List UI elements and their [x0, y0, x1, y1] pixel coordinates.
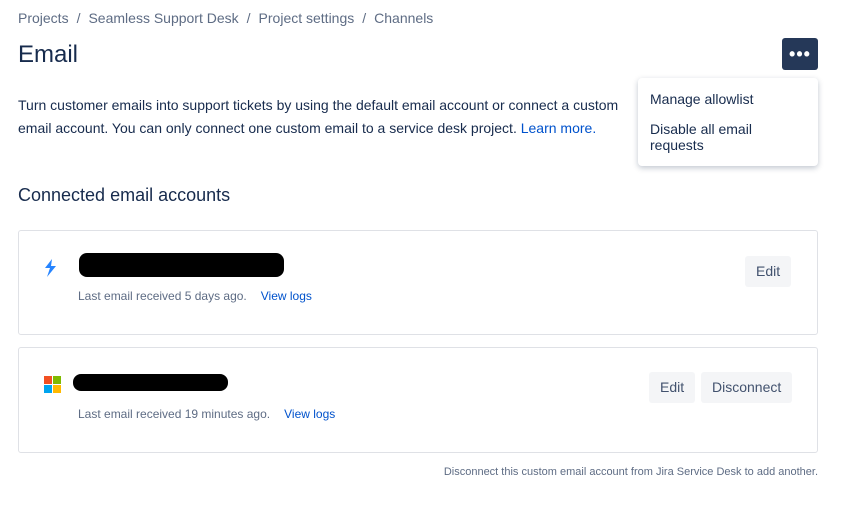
microsoft-icon	[44, 376, 61, 393]
menu-item-manage-allowlist[interactable]: Manage allowlist	[638, 84, 818, 114]
page-title: Email	[18, 41, 79, 68]
more-actions-menu: Manage allowlist Disable all email reque…	[638, 78, 818, 166]
breadcrumb-channels[interactable]: Channels	[374, 10, 433, 26]
email-account-card: Last email received 19 minutes ago. View …	[18, 347, 818, 453]
redacted-email	[79, 253, 284, 277]
edit-button[interactable]: Edit	[745, 256, 792, 287]
account-status: Last email received 19 minutes ago. View …	[78, 407, 335, 421]
breadcrumb-projects[interactable]: Projects	[18, 10, 69, 26]
breadcrumb-settings[interactable]: Project settings	[259, 10, 355, 26]
last-received-text: Last email received 19 minutes ago.	[78, 407, 271, 421]
view-logs-link[interactable]: View logs	[284, 407, 335, 421]
page-description: Turn customer emails into support ticket…	[18, 94, 638, 140]
learn-more-link[interactable]: Learn more.	[521, 120, 596, 136]
section-title: Connected email accounts	[18, 185, 231, 205]
view-logs-link[interactable]: View logs	[261, 289, 312, 303]
account-status: Last email received 5 days ago. View logs	[78, 289, 312, 303]
email-account-card: Last email received 5 days ago. View logs…	[18, 230, 818, 335]
last-received-text: Last email received 5 days ago.	[78, 289, 247, 303]
footer-note: Disconnect this custom email account fro…	[443, 466, 818, 478]
breadcrumb: Projects / Seamless Support Desk / Project s…	[18, 10, 434, 26]
jira-bolt-icon	[45, 259, 56, 277]
redacted-email	[73, 374, 228, 391]
disconnect-button[interactable]: Disconnect	[701, 372, 793, 403]
menu-item-disable-email-requests[interactable]: Disable all email requests	[638, 114, 818, 160]
edit-button[interactable]: Edit	[649, 372, 696, 403]
more-actions-button[interactable]: •••	[782, 38, 818, 70]
breadcrumb-project[interactable]: Seamless Support Desk	[88, 10, 238, 26]
